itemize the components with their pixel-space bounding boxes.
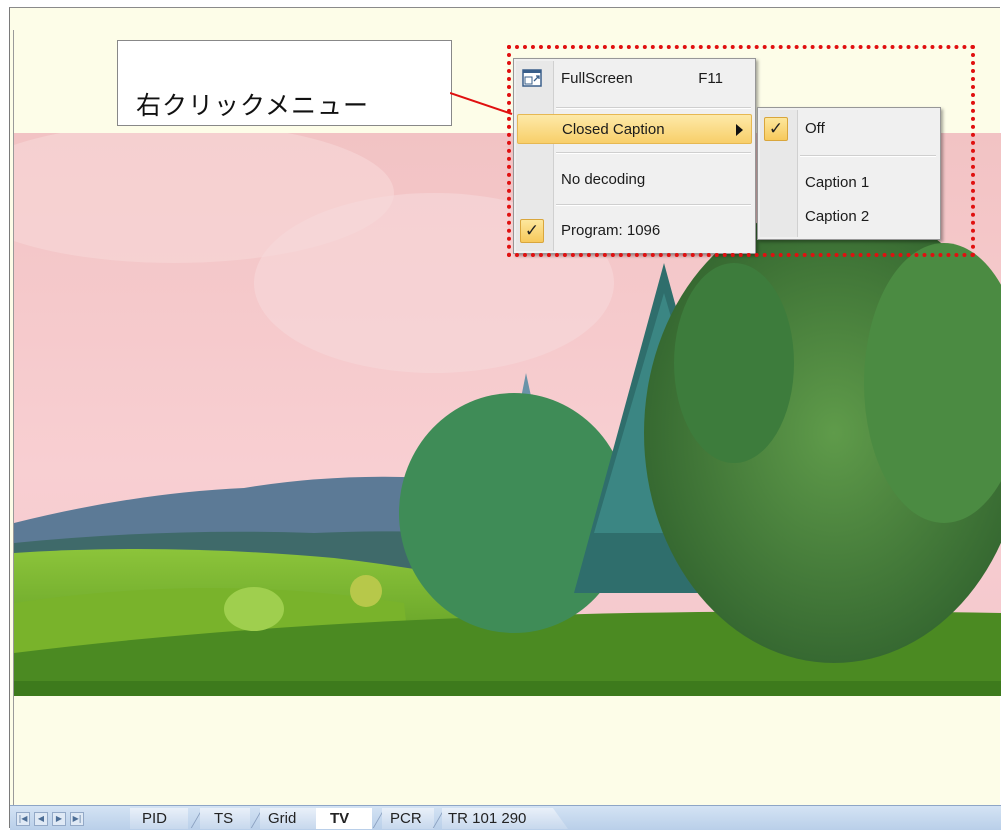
tab-pcr[interactable]: PCR [382, 808, 434, 829]
tab-label: Grid [268, 810, 297, 827]
first-tab-icon[interactable]: |◀ [16, 812, 30, 826]
sheet-tab-bar: |◀ ◀ ▶ ▶| PID TS Grid TV PCR TR 101 290 [10, 805, 1001, 830]
tab-ts[interactable]: TS [200, 808, 250, 829]
next-tab-icon[interactable]: ▶ [52, 812, 66, 826]
tab-tv[interactable]: TV [316, 808, 372, 829]
tab-label: PCR [390, 810, 422, 827]
menu-highlight-border [507, 45, 975, 257]
tab-label: TR 101 290 [448, 810, 527, 827]
tab-tr-101-290[interactable]: TR 101 290 [442, 808, 568, 829]
last-tab-icon[interactable]: ▶| [70, 812, 84, 826]
tab-grid[interactable]: Grid [260, 808, 316, 829]
tab-label: TV [330, 810, 350, 827]
tab-pid[interactable]: PID [130, 808, 188, 829]
tab-label: TS [214, 810, 234, 827]
prev-tab-icon[interactable]: ◀ [34, 812, 48, 826]
callout-text: 右クリックメニュー [136, 91, 370, 120]
tab-label: PID [142, 810, 168, 827]
callout-box: 右クリックメニュー [117, 40, 452, 126]
